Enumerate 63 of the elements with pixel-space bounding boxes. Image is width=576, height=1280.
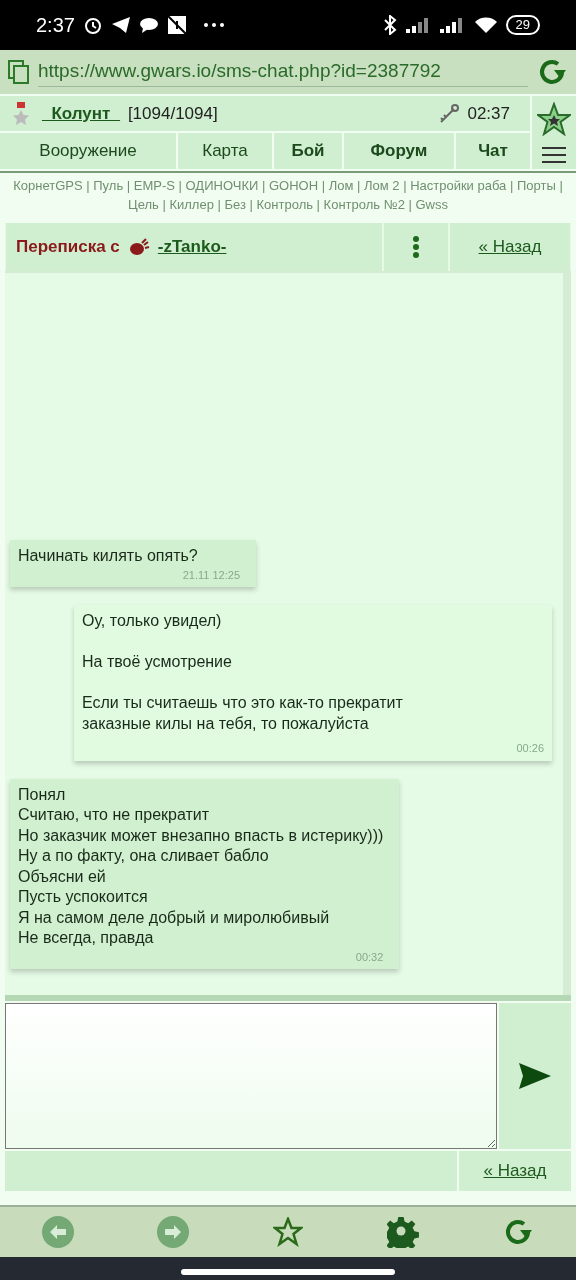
nav-tab[interactable]: Бой [274,133,342,169]
key-icon [439,103,460,124]
nav-tab[interactable]: Вооружение [0,133,176,169]
message-time: 00:26 [516,741,544,756]
separator: | [402,178,408,193]
message-time: 21.11 12:25 [182,567,240,583]
wifi-icon [473,16,498,34]
quick-link[interactable]: Порты [516,178,556,193]
nav-tab[interactable]: Чат [456,133,530,169]
menu-icon[interactable] [542,147,566,164]
quick-link[interactable]: Цель [128,197,159,212]
quick-link[interactable]: GOНОН [268,178,319,193]
chat-title: Переписка с [16,236,120,259]
message-text: Оу, только увидел) На твоё усмотрение Если ты считаешь что это как-то прекратит заказные килы на тебя, то пожалуйста [82,611,404,734]
message-text: Понял Считаю, что не прекратит Но заказчик может внезапно впасть в истерику))) Ну а по факту, она сливает бабло Объясни ей Пусть успокоится Я на самом деле добрый и миролюбивый Не всегда, правда [18,784,384,948]
separator: | [125,178,132,193]
quick-link[interactable]: КорнетGPS [13,178,83,193]
quick-link[interactable]: Лом 2 [364,178,400,193]
nav-tab[interactable]: Карта [178,133,272,169]
send-icon[interactable] [519,1063,551,1089]
message-time: 00:32 [355,949,384,965]
separator: | [407,197,413,212]
alarm-icon [82,15,103,35]
separator: | [508,178,515,193]
quick-link[interactable]: Пуль [93,178,124,193]
quick-link[interactable]: Без [224,197,246,212]
separator: | [248,197,254,212]
separator: | [260,178,267,193]
separator: | [85,178,91,193]
handprint-icon [127,237,150,257]
player-name-link[interactable]: _Колунт_ [42,100,120,127]
quick-link[interactable]: Gwss [415,197,448,212]
star-icon[interactable] [273,1217,303,1247]
quick-link[interactable]: ОДИНОЧКИ [185,178,259,193]
quick-link[interactable]: Лом [328,178,354,193]
separator: | [216,197,222,212]
settings-icon[interactable] [386,1216,419,1248]
medal-icon [12,101,30,126]
star-icon[interactable] [537,101,571,136]
separator: | [161,197,167,212]
status-time: 2:37 [36,13,75,38]
message-text: Начинать килять опять? [18,546,199,566]
separator: | [356,178,362,193]
copy-icon [8,60,30,84]
quick-link[interactable]: Киллер [169,197,214,212]
battery-indicator: 29 [505,15,540,35]
quick-link[interactable]: Контроль №2 [323,197,405,212]
quick-link[interactable]: Настройки раба [410,178,507,193]
quick-link[interactable]: EMP-S [133,178,175,193]
chat-bubble-icon [138,16,159,34]
separator: | [558,178,563,193]
contact-link[interactable]: -zTanko- [157,234,227,260]
message-input[interactable] [5,1003,497,1149]
separator: | [315,197,321,212]
quick-link[interactable]: Контроль [256,197,313,212]
server-time: 02:37 [467,102,510,125]
bluetooth-icon [381,15,398,35]
nav-tab[interactable]: Форум [344,133,454,169]
separator: | [177,178,183,193]
player-health: [1094/1094] [127,102,218,125]
more-icon [202,22,225,28]
separator: | [320,178,327,193]
more-vertical-icon[interactable] [413,236,419,258]
